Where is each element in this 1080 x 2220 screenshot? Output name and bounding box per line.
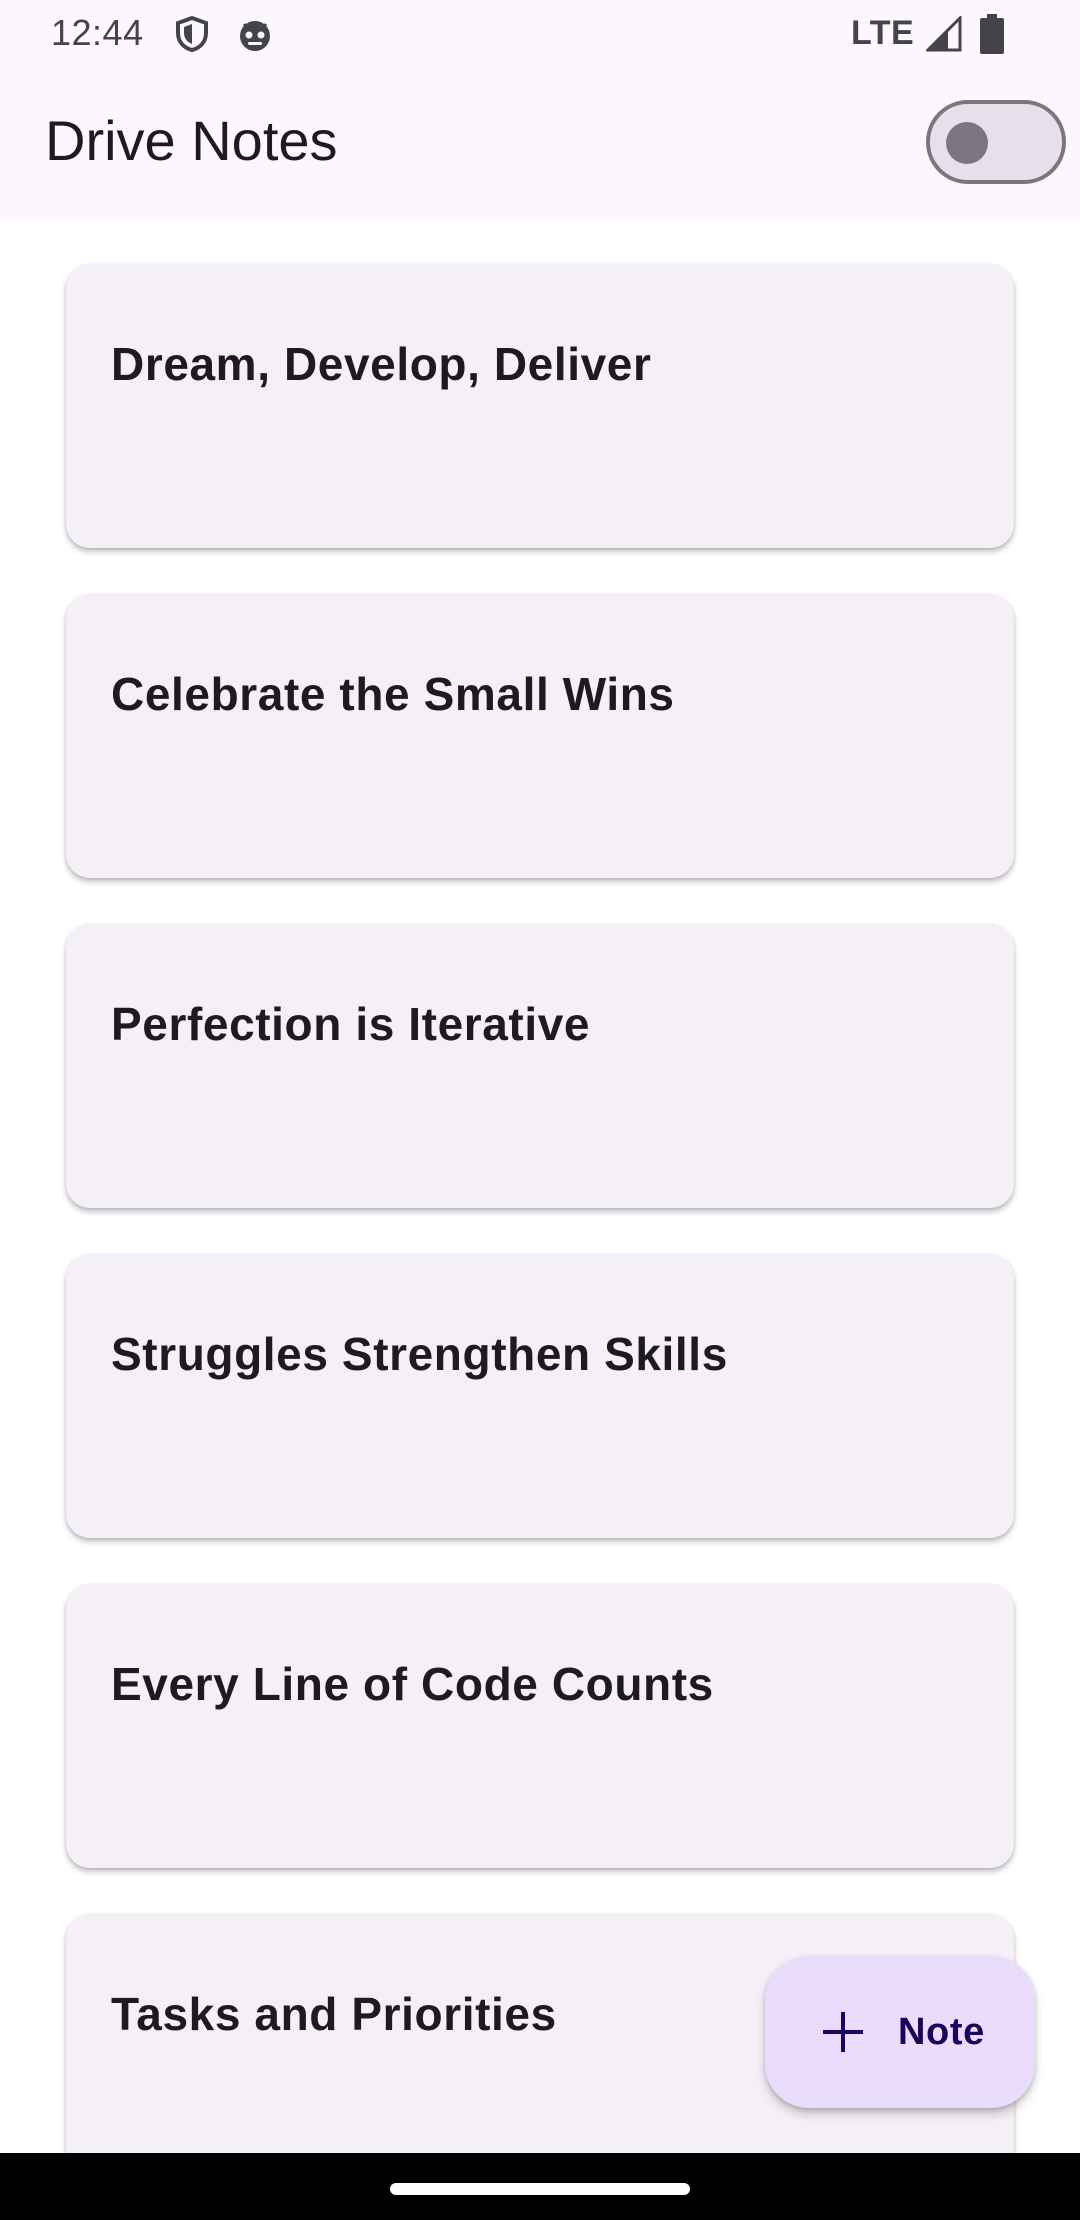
note-title: Dream, Develop, Deliver xyxy=(111,338,652,390)
app-bar: Drive Notes xyxy=(0,66,1080,220)
toggle-thumb xyxy=(946,122,988,164)
note-title: Celebrate the Small Wins xyxy=(111,668,675,720)
status-time: 12:44 xyxy=(51,12,144,53)
signal-icon xyxy=(926,16,962,52)
note-card[interactable]: Struggles Strengthen Skills xyxy=(66,1254,1014,1538)
home-gesture-handle[interactable] xyxy=(390,2183,690,2195)
plus-icon xyxy=(823,2012,863,2052)
page-title: Drive Notes xyxy=(45,109,338,172)
network-type: LTE xyxy=(851,14,915,52)
note-title: Every Line of Code Counts xyxy=(111,1658,714,1710)
status-bar: 12:44 LTE xyxy=(0,0,1080,66)
note-card[interactable]: Every Line of Code Counts xyxy=(66,1584,1014,1868)
note-card[interactable]: Perfection is Iterative xyxy=(66,924,1014,1208)
battery-icon xyxy=(980,14,1004,54)
system-nav-bar xyxy=(0,2153,1080,2220)
theme-toggle[interactable] xyxy=(926,100,1066,184)
notes-list[interactable]: Dream, Develop, Deliver Celebrate the Sm… xyxy=(0,220,1080,2153)
note-title: Tasks and Priorities xyxy=(111,1988,557,2040)
shield-icon xyxy=(176,16,208,52)
note-card[interactable]: Celebrate the Small Wins xyxy=(66,594,1014,878)
robot-face-icon xyxy=(240,21,270,51)
note-card[interactable]: Dream, Develop, Deliver xyxy=(66,264,1014,548)
add-note-label: Note xyxy=(898,2011,985,2053)
note-title: Perfection is Iterative xyxy=(111,998,591,1050)
add-note-button[interactable]: Note xyxy=(765,1956,1035,2108)
note-title: Struggles Strengthen Skills xyxy=(111,1328,728,1380)
